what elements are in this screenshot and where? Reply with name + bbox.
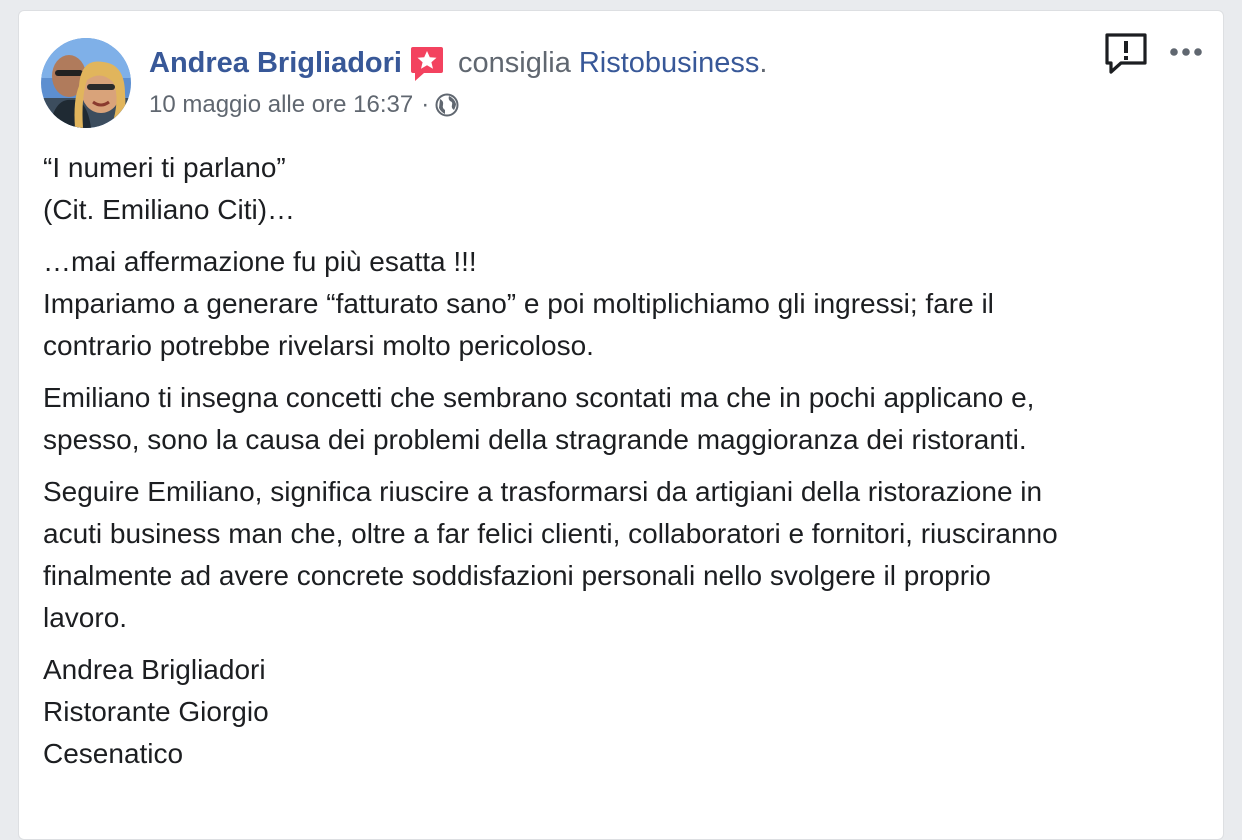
- author-avatar[interactable]: [41, 38, 131, 128]
- text-line: (Cit. Emiliano Citi)…: [43, 194, 296, 225]
- more-options-icon: [1170, 48, 1202, 56]
- post-body: “I numeri ti parlano” (Cit. Emiliano Cit…: [43, 147, 1213, 775]
- report-speech-bubble-icon: [1105, 33, 1147, 74]
- text-line: Seguire Emiliano, significa riuscire a t…: [43, 476, 1043, 507]
- text-line: lavoro.: [43, 602, 128, 633]
- report-button[interactable]: [1103, 31, 1149, 77]
- post-paragraph: Emiliano ti insegna concetti che sembran…: [43, 377, 1213, 461]
- avatar-photo: [41, 38, 131, 128]
- text-line: “I numeri ti parlano”: [43, 152, 286, 183]
- post-signature: Andrea Brigliadori Ristorante Giorgio Ce…: [43, 649, 1213, 775]
- signature-restaurant: Ristorante Giorgio: [43, 696, 269, 727]
- text-line: …mai affermazione fu più esatta !!!: [43, 246, 477, 277]
- more-options-button[interactable]: [1167, 37, 1207, 67]
- post-header: Andrea Brigliadori consiglia Ristobusine…: [149, 43, 767, 83]
- text-line: contrario potrebbe rivelarsi molto peric…: [43, 330, 594, 361]
- author-name[interactable]: Andrea Brigliadori: [149, 47, 402, 80]
- signature-name: Andrea Brigliadori: [43, 654, 266, 685]
- header-period: .: [759, 46, 768, 79]
- text-line: finalmente ad avere concrete soddisfazio…: [43, 560, 991, 591]
- post-timestamp[interactable]: 10 maggio alle ore 16:37: [149, 91, 413, 119]
- post-paragraph: …mai affermazione fu più esatta !!! Impa…: [43, 241, 1213, 367]
- recommendation-star-icon: [410, 45, 444, 83]
- text-line: Impariamo a generare “fatturato sano” e …: [43, 288, 994, 319]
- page-name-link[interactable]: Ristobusiness: [579, 47, 760, 80]
- post-meta: 10 maggio alle ore 16:37 ·: [149, 89, 459, 121]
- meta-separator: ·: [421, 91, 430, 118]
- text-line: spesso, sono la causa dei problemi della…: [43, 424, 1027, 455]
- text-line: acuti business man che, oltre a far feli…: [43, 518, 1058, 549]
- signature-city: Cesenatico: [43, 738, 184, 769]
- recommend-verb: consiglia: [458, 46, 571, 79]
- text-line: Emiliano ti insegna concetti che sembran…: [43, 382, 1035, 413]
- post-paragraph: Seguire Emiliano, significa riuscire a t…: [43, 471, 1213, 639]
- post-card: Andrea Brigliadori consiglia Ristobusine…: [18, 10, 1224, 840]
- post-paragraph: “I numeri ti parlano” (Cit. Emiliano Cit…: [43, 147, 1213, 231]
- globe-icon[interactable]: [435, 93, 459, 117]
